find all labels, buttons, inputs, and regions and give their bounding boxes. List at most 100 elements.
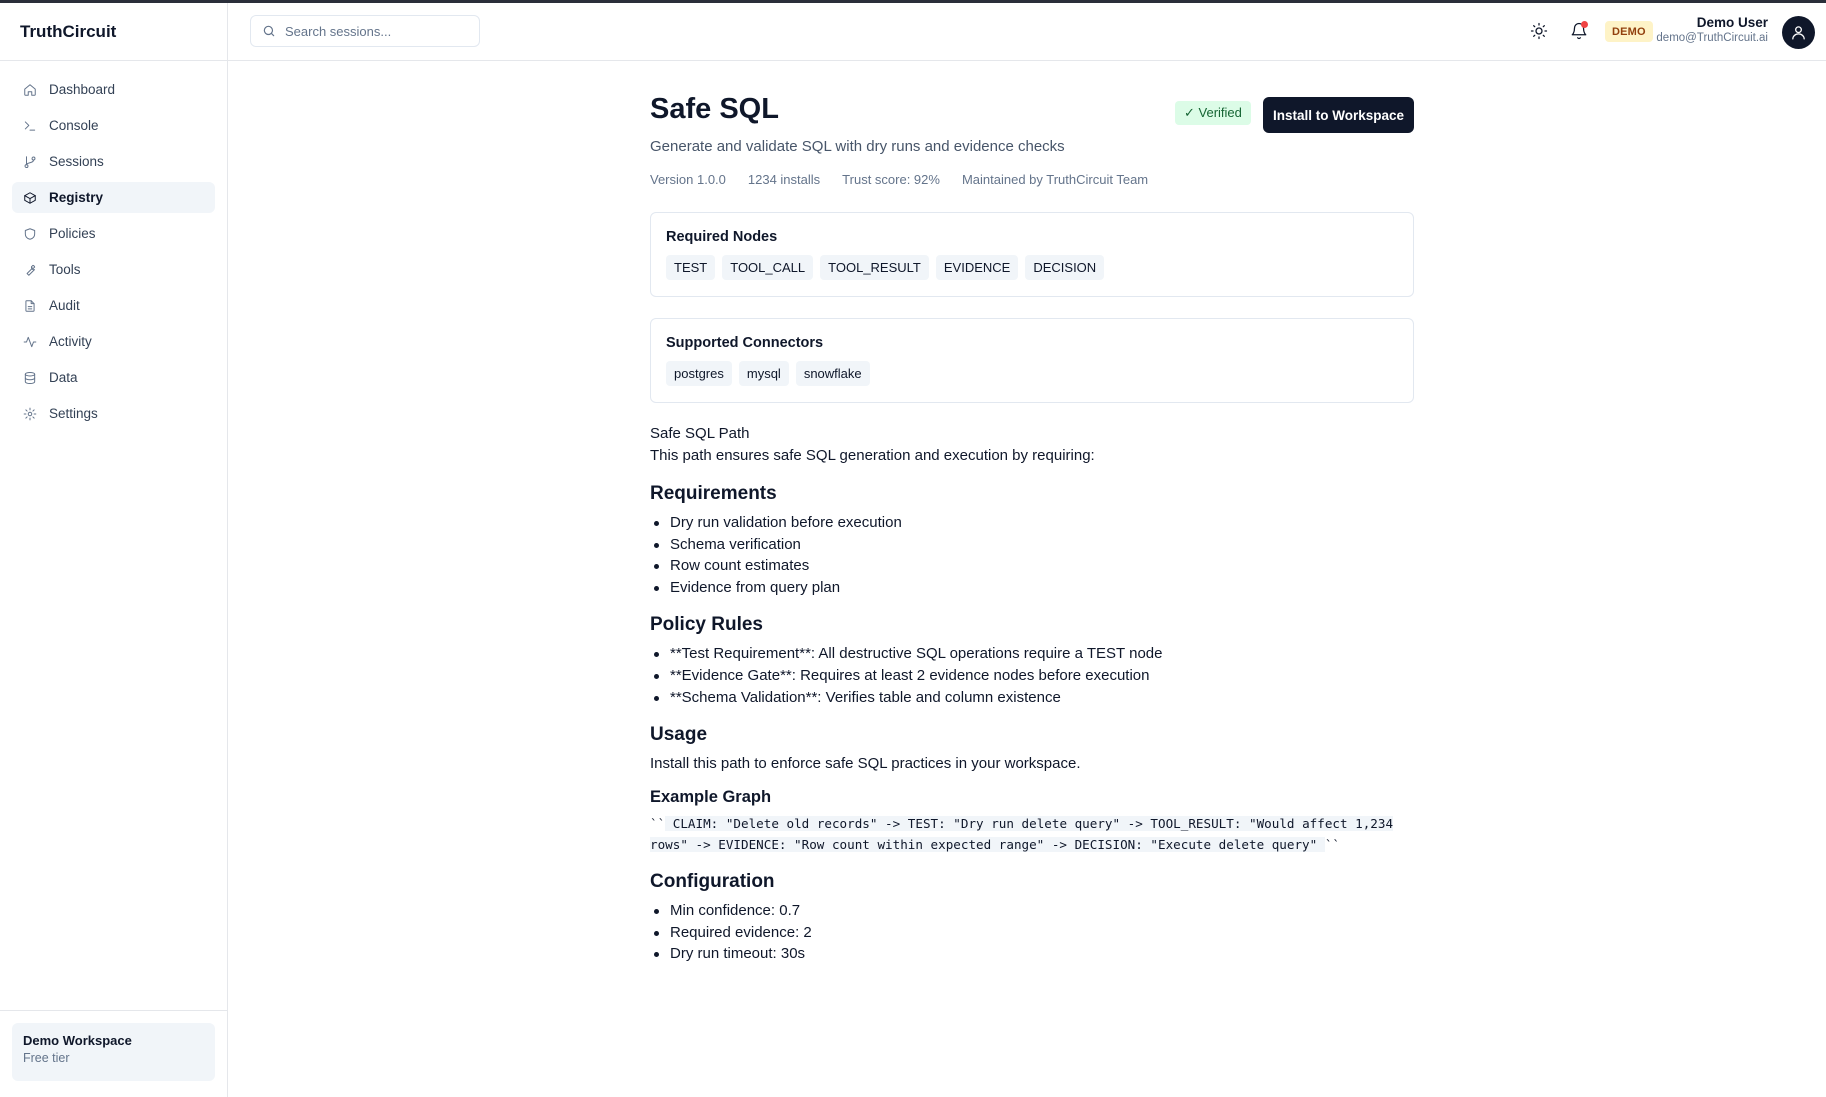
sidebar-item-label: Dashboard: [49, 82, 116, 97]
sidebar-item-registry[interactable]: Registry: [12, 182, 215, 213]
configuration-list: Min confidence: 0.7 Required evidence: 2…: [650, 900, 1414, 965]
requirements-list: Dry run validation before execution Sche…: [650, 512, 1414, 598]
intro-title: Safe SQL Path: [650, 425, 750, 442]
gear-icon: [23, 407, 37, 421]
node-chip: EVIDENCE: [935, 255, 1019, 280]
wrench-icon: [23, 263, 37, 277]
code-fence-open: ``: [650, 816, 666, 832]
notification-dot: [1581, 21, 1588, 28]
example-graph-code: `` CLAIM: "Delete old records" -> TEST: …: [650, 813, 1414, 855]
required-nodes-card: Required Nodes TEST TOOL_CALL TOOL_RESUL…: [650, 212, 1414, 297]
sidebar-item-activity[interactable]: Activity: [12, 326, 215, 357]
user-icon: [1792, 26, 1805, 40]
list-item: Dry run timeout: 30s: [654, 943, 1414, 965]
maintainer-text: Maintained by TruthCircuit Team: [961, 172, 1149, 187]
home-icon: [23, 83, 37, 97]
user-info: Demo User demo@TruthCircuit.ai: [1656, 15, 1768, 44]
notifications-button[interactable]: [1568, 20, 1590, 42]
policy-rules-list: **Test Requirement**: All destructive SQ…: [650, 643, 1414, 708]
sidebar-item-policies[interactable]: Policies: [12, 218, 215, 249]
connector-chip: postgres: [666, 361, 732, 386]
workspace-name: Demo Workspace: [23, 1033, 132, 1048]
usage-heading: Usage: [650, 724, 708, 746]
package-meta: Version 1.0.0 1234 installs Trust score:…: [650, 172, 1148, 187]
card-title: Supported Connectors: [666, 335, 824, 351]
list-item: **Schema Validation**: Verifies table an…: [654, 687, 1414, 709]
list-item: **Test Requirement**: All destructive SQ…: [654, 643, 1414, 665]
supported-connectors-card: Supported Connectors postgres mysql snow…: [650, 318, 1414, 403]
sidebar-nav: Dashboard Console Sessions Registry Poli…: [0, 61, 227, 429]
code-line: rows" -> EVIDENCE: "Row count within exp…: [650, 837, 1325, 853]
requirements-heading: Requirements: [650, 483, 777, 504]
node-chip: TEST: [666, 255, 716, 280]
file-text-icon: [23, 299, 37, 313]
search-input[interactable]: [285, 23, 465, 39]
intro-text: This path ensures safe SQL generation an…: [650, 447, 1095, 464]
list-item: Evidence from query plan: [654, 577, 1414, 599]
trust-score-text: Trust score: 92%: [842, 172, 940, 187]
database-icon: [23, 371, 37, 385]
connector-chip: mysql: [738, 361, 789, 386]
package-readme: Safe SQL Path This path ensures safe SQL…: [650, 423, 1414, 965]
node-chip: TOOL_RESULT: [820, 255, 929, 280]
avatar[interactable]: [1782, 16, 1815, 49]
shield-icon: [23, 227, 37, 241]
sidebar-item-dashboard[interactable]: Dashboard: [12, 74, 215, 105]
usage-text: Install this path to enforce safe SQL pr…: [650, 755, 1081, 773]
search-box[interactable]: [250, 15, 480, 47]
sidebar-item-label: Tools: [49, 262, 81, 277]
code-line: CLAIM: "Delete old records" -> TEST: "Dr…: [665, 816, 1394, 832]
list-item: **Evidence Gate**: Requires at least 2 e…: [654, 665, 1414, 687]
workspace-tier: Free tier: [23, 1051, 70, 1065]
list-item: Dry run validation before execution: [654, 512, 1414, 534]
node-chips: TEST TOOL_CALL TOOL_RESULT EVIDENCE DECI…: [666, 255, 1398, 280]
page-subtitle: Generate and validate SQL with dry runs …: [650, 138, 1065, 155]
sidebar-item-label: Policies: [49, 226, 96, 241]
configuration-heading: Configuration: [650, 871, 775, 893]
sidebar-item-label: Registry: [49, 190, 104, 205]
sidebar-item-label: Settings: [49, 406, 98, 421]
sun-icon: [1530, 22, 1548, 40]
sidebar: TruthCircuit Dashboard Console Sessions …: [0, 3, 228, 1097]
sidebar-item-label: Console: [49, 118, 99, 133]
card-title: Required Nodes: [666, 229, 778, 245]
workspace-footer: Demo Workspace Free tier: [0, 1010, 227, 1097]
workspace-switcher[interactable]: Demo Workspace Free tier: [12, 1023, 215, 1081]
verified-badge: ✓ Verified: [1175, 101, 1251, 125]
connector-chips: postgres mysql snowflake: [666, 361, 1398, 386]
theme-toggle-button[interactable]: [1528, 20, 1550, 42]
sidebar-item-sessions[interactable]: Sessions: [12, 146, 215, 177]
sidebar-item-settings[interactable]: Settings: [12, 398, 215, 429]
sidebar-item-audit[interactable]: Audit: [12, 290, 215, 321]
sidebar-item-label: Data: [49, 370, 78, 385]
terminal-icon: [23, 119, 37, 133]
sidebar-item-label: Activity: [49, 334, 92, 349]
sidebar-item-console[interactable]: Console: [12, 110, 215, 141]
sidebar-item-label: Audit: [49, 298, 80, 313]
top-header: DEMO Demo User demo@TruthCircuit.ai: [228, 3, 1826, 61]
sidebar-item-data[interactable]: Data: [12, 362, 215, 393]
list-item: Row count estimates: [654, 555, 1414, 577]
node-chip: TOOL_CALL: [722, 255, 814, 280]
list-item: Required evidence: 2: [654, 922, 1414, 944]
page-title: Safe SQL: [650, 93, 779, 125]
node-chip: DECISION: [1025, 255, 1105, 280]
demo-badge: DEMO: [1605, 21, 1653, 42]
user-name: Demo User: [1696, 15, 1768, 30]
sidebar-item-label: Sessions: [49, 154, 104, 169]
example-graph-heading: Example Graph: [650, 788, 772, 807]
user-email: demo@TruthCircuit.ai: [1656, 32, 1768, 44]
code-fence-close: ``: [1324, 837, 1340, 853]
app-logo[interactable]: TruthCircuit: [0, 3, 227, 61]
install-to-workspace-button[interactable]: Install to Workspace: [1263, 97, 1414, 133]
package-icon: [23, 191, 37, 205]
version-text: Version 1.0.0: [650, 172, 726, 187]
activity-icon: [23, 335, 37, 349]
list-item: Min confidence: 0.7: [654, 900, 1414, 922]
policy-rules-heading: Policy Rules: [650, 614, 763, 636]
installs-text: 1234 installs: [747, 172, 821, 187]
search-icon: [263, 25, 275, 37]
connector-chip: snowflake: [795, 361, 870, 386]
sidebar-item-tools[interactable]: Tools: [12, 254, 215, 285]
list-item: Schema verification: [654, 534, 1414, 556]
